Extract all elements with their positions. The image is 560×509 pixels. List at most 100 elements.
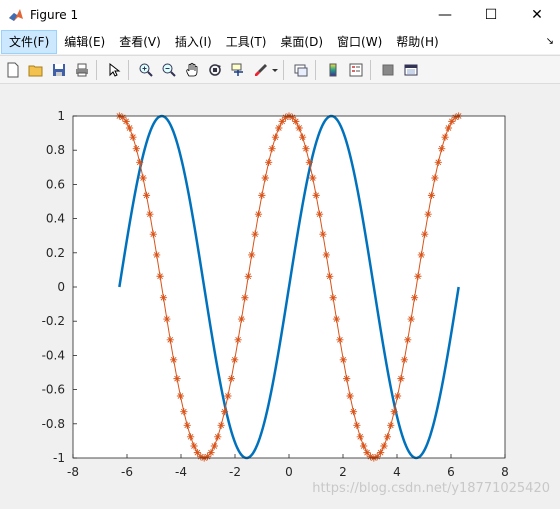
cos-marker xyxy=(241,294,249,302)
figure-canvas[interactable]: -8 -6 -4 -2 0 2 4 6 8 1 0.8 0.6 0.4 0.2 0 -0.2 -0.4 -0.6 -… xyxy=(0,84,560,505)
cos-marker xyxy=(132,145,140,153)
menu-edit[interactable]: 编辑(E) xyxy=(57,30,112,54)
cos-marker xyxy=(315,210,324,218)
cos-marker xyxy=(305,158,313,166)
cos-marker xyxy=(207,449,215,457)
x-tick-label: -4 xyxy=(175,465,187,479)
window-controls: — ☐ ✕ xyxy=(422,0,560,30)
cos-marker xyxy=(170,356,178,364)
y-tick-label: 0 xyxy=(57,280,65,294)
cos-marker xyxy=(414,272,422,280)
menu-window[interactable]: 窗口(W) xyxy=(330,30,389,54)
y-tick-label: 0.8 xyxy=(46,143,65,157)
y-tick-label: 0.2 xyxy=(46,246,65,260)
new-figure-button[interactable] xyxy=(3,60,23,80)
cos-marker xyxy=(139,174,147,182)
y-tick-label: -0.4 xyxy=(42,348,65,362)
toolbar-separator xyxy=(370,59,371,80)
toolbar-separator xyxy=(283,59,284,80)
cos-marker xyxy=(407,315,415,323)
menu-file[interactable]: 文件(F) xyxy=(1,30,58,54)
y-tick-label: -0.8 xyxy=(42,417,65,431)
minimize-button[interactable]: — xyxy=(422,0,468,30)
cos-marker xyxy=(353,421,361,429)
watermark: https://blog.csdn.net/y18771025420 xyxy=(312,481,550,496)
brush-button[interactable] xyxy=(251,60,271,80)
rotate-button[interactable] xyxy=(205,60,225,80)
maximize-button[interactable]: ☐ xyxy=(468,0,514,30)
menu-overflow-icon[interactable]: ↘ xyxy=(546,36,554,47)
cos-marker xyxy=(421,230,429,238)
cos-marker xyxy=(434,158,442,166)
y-tick-label: -0.6 xyxy=(42,383,65,397)
close-button[interactable]: ✕ xyxy=(514,0,560,30)
colorbar-button[interactable] xyxy=(323,60,343,80)
menu-insert[interactable]: 插入(I) xyxy=(168,30,219,54)
cos-marker xyxy=(248,251,256,259)
cos-marker xyxy=(397,375,405,383)
cos-marker xyxy=(146,210,154,218)
link-plot-button[interactable] xyxy=(291,60,311,80)
matlab-icon xyxy=(9,9,23,21)
save-icon xyxy=(53,63,65,76)
data-cursor-button[interactable] xyxy=(228,60,248,80)
cos-marker xyxy=(122,117,130,125)
cos-marker xyxy=(393,392,402,400)
menu-bar: 文件(F) 编辑(E) 查看(V) 插入(I) 工具(T) 桌面(D) 窗口(W… xyxy=(0,30,560,54)
cos-marker xyxy=(237,315,246,323)
menu-desktop[interactable]: 桌面(D) xyxy=(273,30,330,54)
x-tick-label: -6 xyxy=(121,465,133,479)
cos-marker xyxy=(268,145,276,153)
cos-marker xyxy=(251,230,259,238)
cos-marker xyxy=(142,191,151,199)
cos-marker xyxy=(129,133,137,141)
y-tick-label: -0.2 xyxy=(42,314,65,328)
cos-marker xyxy=(183,421,191,429)
show-plot-tools-button[interactable] xyxy=(401,60,421,80)
hide-plot-tools-button[interactable] xyxy=(378,60,398,80)
zoom-in-button[interactable] xyxy=(136,60,156,80)
figure-toolbar xyxy=(0,55,560,84)
x-tick-label: 0 xyxy=(285,465,293,479)
window-title: Figure 1 xyxy=(30,8,79,22)
legend-button[interactable] xyxy=(346,60,366,80)
zoom-in-icon xyxy=(139,63,153,77)
cos-marker xyxy=(217,421,225,429)
cos-marker xyxy=(444,124,453,132)
cos-marker xyxy=(383,433,391,441)
pan-button[interactable] xyxy=(182,60,202,80)
cos-marker xyxy=(292,117,300,125)
new-figure-icon xyxy=(7,62,19,77)
cos-marker xyxy=(329,294,337,302)
x-tick-label: -8 xyxy=(67,465,79,479)
menu-view[interactable]: 查看(V) xyxy=(112,30,168,54)
print-icon xyxy=(76,63,88,76)
zoom-out-button[interactable] xyxy=(159,60,179,80)
cos-marker xyxy=(180,408,188,416)
pointer-button[interactable] xyxy=(104,60,124,80)
maximize-icon: ☐ xyxy=(484,7,498,23)
cos-marker xyxy=(234,336,242,344)
cos-marker xyxy=(136,158,144,166)
print-button[interactable] xyxy=(72,60,92,80)
cos-marker xyxy=(332,315,341,323)
save-button[interactable] xyxy=(49,60,69,80)
plot-svg[interactable]: -8 -6 -4 -2 0 2 4 6 8 1 0.8 0.6 0.4 0.2 0 -0.2 -0.4 -0.6 -… xyxy=(0,84,560,505)
cos-marker xyxy=(214,433,222,441)
cos-marker xyxy=(295,124,303,132)
cos-marker xyxy=(187,433,195,441)
brush-dropdown[interactable] xyxy=(271,60,279,80)
pan-icon xyxy=(186,62,198,76)
title-bar: Figure 1 — ☐ ✕ xyxy=(0,0,560,30)
cos-marker xyxy=(380,442,388,450)
open-button[interactable] xyxy=(26,60,46,80)
menu-tools[interactable]: 工具(T) xyxy=(219,30,274,54)
menu-help[interactable]: 帮助(H) xyxy=(389,30,445,54)
link-plot-icon xyxy=(294,64,308,76)
y-tick-label: -1 xyxy=(53,451,65,465)
x-tick-label: -2 xyxy=(229,465,241,479)
cos-marker xyxy=(302,145,310,153)
toolbar-separator xyxy=(128,59,129,80)
cos-marker xyxy=(343,375,351,383)
cos-marker xyxy=(319,230,327,238)
